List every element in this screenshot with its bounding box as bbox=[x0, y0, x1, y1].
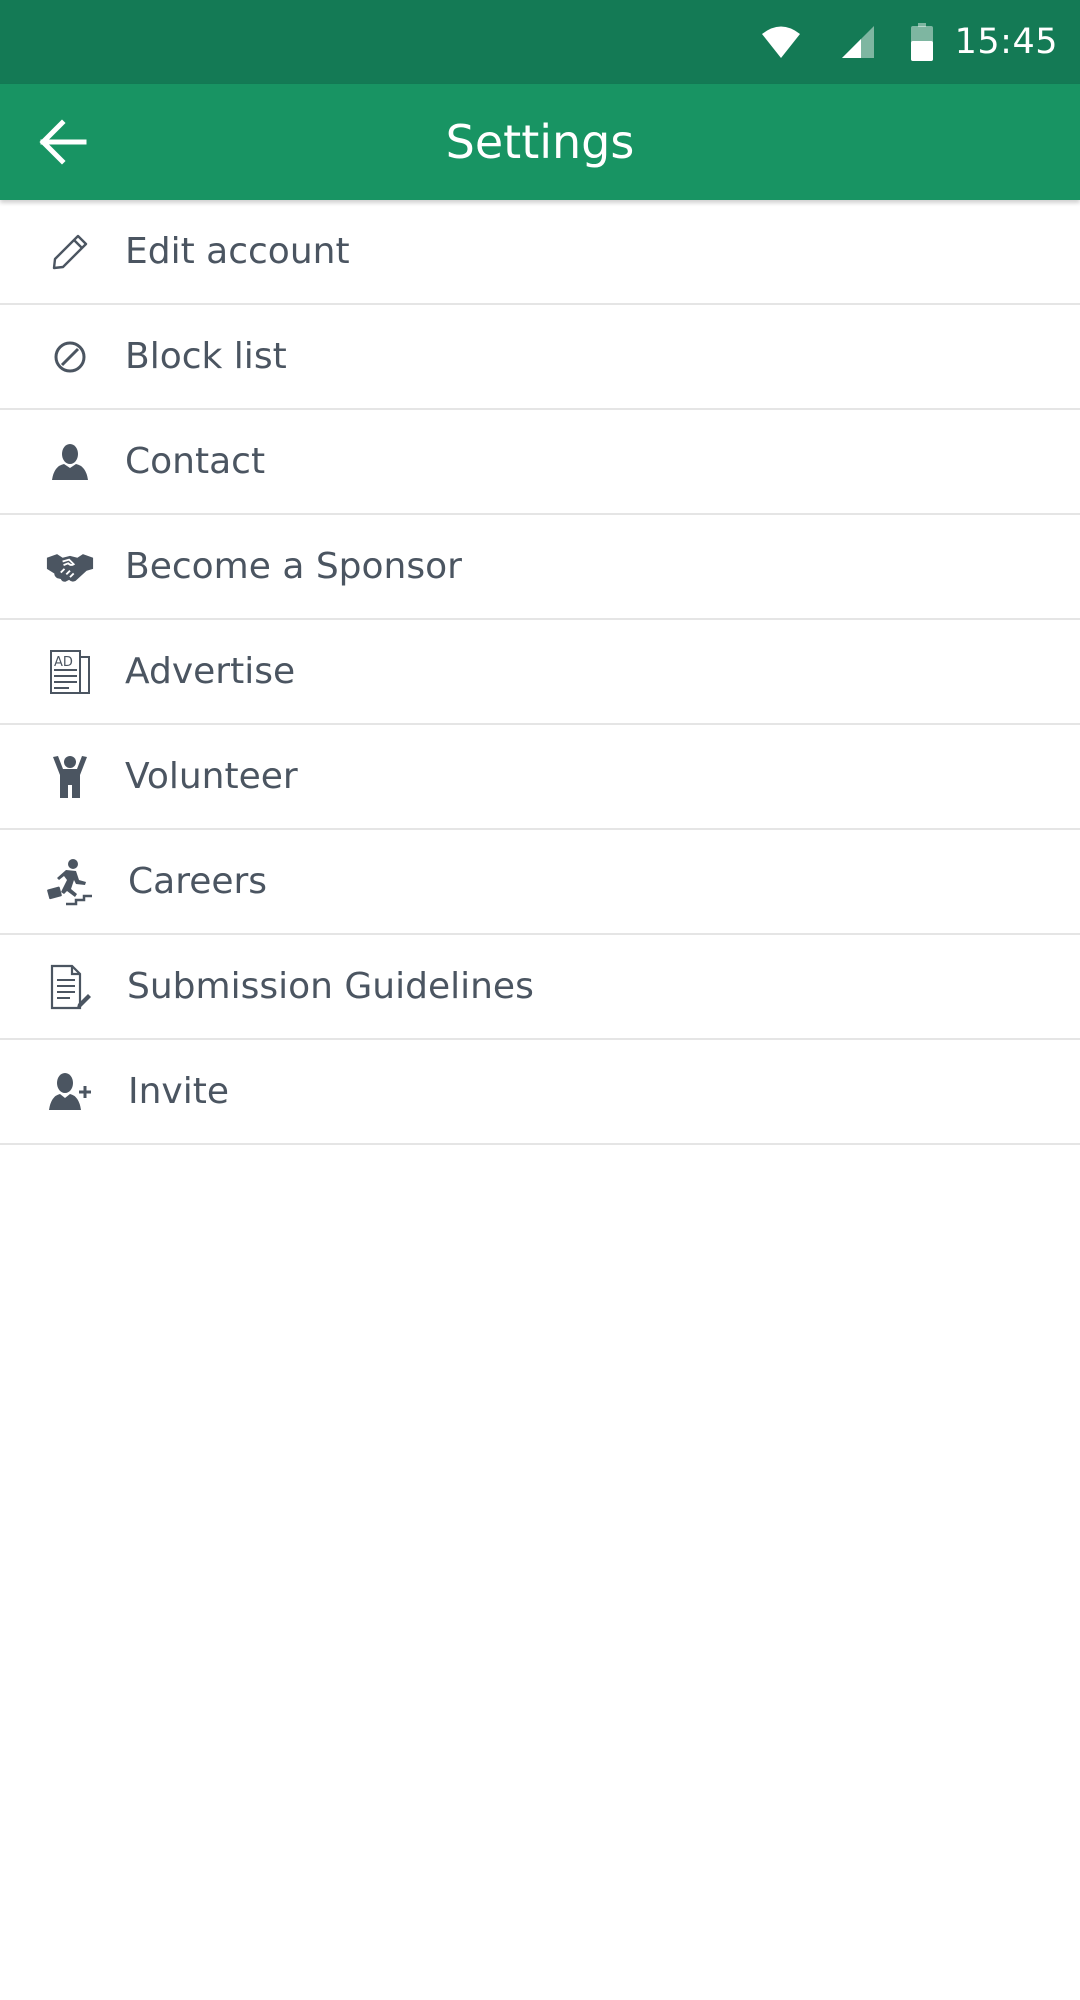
settings-item-contact[interactable]: Contact bbox=[0, 410, 1080, 515]
settings-item-label: Submission Guidelines bbox=[127, 966, 534, 1007]
page-title: Settings bbox=[445, 115, 635, 169]
settings-item-become-a-sponsor[interactable]: Become a Sponsor bbox=[0, 515, 1080, 620]
settings-list: Edit account Block list Contact Become a… bbox=[0, 200, 1080, 1145]
settings-item-block-list[interactable]: Block list bbox=[0, 305, 1080, 410]
wifi-icon bbox=[761, 25, 801, 59]
settings-item-edit-account[interactable]: Edit account bbox=[0, 200, 1080, 305]
add-person-icon bbox=[46, 1068, 94, 1116]
settings-item-volunteer[interactable]: Volunteer bbox=[0, 725, 1080, 830]
settings-item-advertise[interactable]: AD Advertise bbox=[0, 620, 1080, 725]
signal-icon bbox=[841, 25, 875, 59]
settings-item-label: Become a Sponsor bbox=[125, 546, 462, 587]
document-icon bbox=[46, 963, 94, 1011]
person-icon bbox=[46, 438, 94, 486]
settings-item-label: Invite bbox=[128, 1071, 230, 1112]
volunteer-icon bbox=[46, 753, 94, 801]
battery-icon bbox=[910, 23, 933, 61]
status-bar: 15:45 bbox=[0, 0, 1080, 84]
status-time: 15:45 bbox=[954, 22, 1058, 62]
settings-item-invite[interactable]: Invite bbox=[0, 1040, 1080, 1145]
settings-item-label: Volunteer bbox=[125, 756, 298, 797]
settings-item-label: Edit account bbox=[125, 231, 350, 272]
settings-item-label: Advertise bbox=[125, 651, 296, 692]
settings-item-submission-guidelines[interactable]: Submission Guidelines bbox=[0, 935, 1080, 1040]
svg-text:AD: AD bbox=[54, 655, 73, 670]
settings-item-label: Block list bbox=[125, 336, 287, 377]
handshake-icon bbox=[46, 543, 94, 591]
career-climb-icon bbox=[46, 858, 94, 906]
app-bar: Settings bbox=[0, 84, 1080, 200]
ad-newspaper-icon: AD bbox=[46, 648, 94, 696]
settings-item-label: Contact bbox=[125, 441, 266, 482]
settings-item-label: Careers bbox=[128, 861, 268, 902]
block-icon bbox=[46, 333, 94, 381]
settings-item-careers[interactable]: Careers bbox=[0, 830, 1080, 935]
status-icons: 15:45 bbox=[761, 0, 1058, 84]
pencil-icon bbox=[46, 228, 94, 276]
